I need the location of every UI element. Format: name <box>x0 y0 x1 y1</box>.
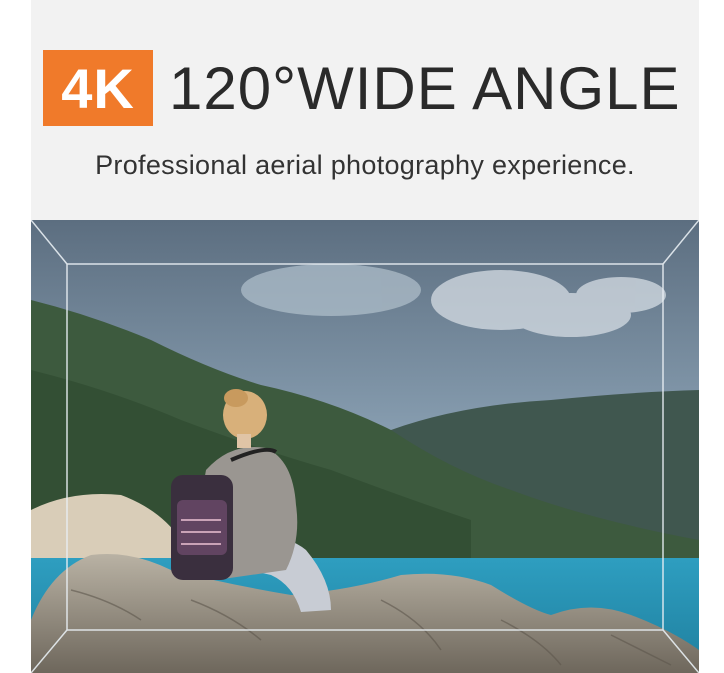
headline: 4K 120°WIDE ANGLE <box>43 50 681 126</box>
headline-title: 120°WIDE ANGLE <box>169 54 681 122</box>
wide-angle-photo <box>31 220 699 673</box>
product-banner: 4K 120°WIDE ANGLE Professional aerial ph… <box>31 0 699 673</box>
4k-badge: 4K <box>43 50 153 126</box>
subtitle: Professional aerial photography experien… <box>95 150 635 180</box>
